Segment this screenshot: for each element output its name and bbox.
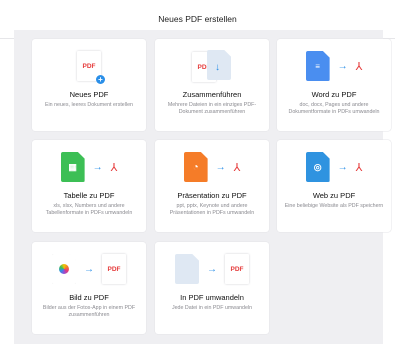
- page-title: Neues PDF erstellen: [158, 14, 237, 24]
- card-icons: → PDF: [155, 252, 269, 286]
- card-title: Zusammenführen: [182, 90, 242, 99]
- image-to-pdf-card[interactable]: → PDF Bild zu PDF Bilder aus der Fotos-A…: [32, 242, 146, 334]
- card-icons: PDF ↓: [155, 49, 269, 83]
- card-title: Word zu PDF: [311, 90, 357, 99]
- photos-flower: [59, 264, 69, 274]
- file-icon: [175, 254, 199, 284]
- doc-icon: ↓: [207, 50, 231, 80]
- card-icons: PDF +: [32, 49, 146, 84]
- arrow-right-icon: →: [92, 161, 103, 173]
- acrobat-icon: ⅄: [355, 60, 363, 73]
- card-title: Web zu PDF: [312, 191, 356, 200]
- card-description: Mehrere Dateien in ein einziges PDF-Doku…: [167, 102, 257, 115]
- arrow-right-icon: →: [337, 161, 348, 173]
- card-description: xls, xlsx, Numbers und andere Tabellenfo…: [45, 203, 133, 216]
- presentation-icon: ◔: [183, 152, 208, 182]
- arrow-right-icon: →: [84, 263, 94, 275]
- pdf-label: PDF: [107, 265, 121, 273]
- photos-icon: [52, 254, 76, 284]
- presentation-to-pdf-card[interactable]: ◔ → ⅄ Präsentation zu PDF ppt, pptx, Key…: [155, 140, 269, 232]
- card-title: Neues PDF: [69, 90, 109, 99]
- web-to-pdf-card[interactable]: ◎ → ⅄ Web zu PDF Eine beliebige Website …: [277, 140, 391, 232]
- card-icons: → PDF: [32, 252, 146, 286]
- create-pdf-panel: PDF + Neues PDF Ein neues, leeres Dokume…: [14, 30, 391, 344]
- spreadsheet-to-pdf-card[interactable]: ▦ → ⅄ Tabelle zu PDF xls, xlsx, Numbers …: [32, 140, 146, 232]
- card-icons: ≡ → ⅄: [277, 49, 391, 83]
- card-title: Bild zu PDF: [69, 293, 109, 302]
- arrow-down-icon: ↓: [215, 62, 220, 73]
- spreadsheet-icon: ▦: [60, 152, 85, 182]
- word-doc-icon: ≡: [305, 51, 330, 81]
- pdf-doc-icon: PDF: [225, 254, 249, 284]
- card-icons: ◔ → ⅄: [155, 150, 269, 184]
- card-icons: ◎ → ⅄: [277, 150, 391, 184]
- convert-to-pdf-card[interactable]: → PDF In PDF umwandeln Jede Datei in ein…: [155, 242, 269, 334]
- word-to-pdf-card[interactable]: ≡ → ⅄ Word zu PDF doc, docx, Pages und a…: [277, 39, 391, 131]
- card-title: In PDF umwandeln: [180, 293, 244, 302]
- card-description: Eine beliebige Website als PDF speichern: [284, 203, 384, 209]
- new-pdf-card[interactable]: PDF + Neues PDF Ein neues, leeres Dokume…: [32, 39, 146, 131]
- card-description: Jede Datei in ein PDF umwandeln: [171, 305, 253, 311]
- acrobat-icon: ⅄: [110, 161, 118, 174]
- arrow-right-icon: →: [337, 60, 348, 72]
- pdf-label: PDF: [82, 62, 96, 70]
- card-description: Bilder aus der Fotos-App in einem PDF zu…: [42, 305, 136, 318]
- card-title: Präsentation zu PDF: [177, 191, 247, 200]
- acrobat-icon: ⅄: [233, 161, 241, 174]
- pdf-new-icon: PDF +: [77, 51, 105, 84]
- card-description: ppt, pptx, Keynote und andere Präsentati…: [169, 203, 255, 216]
- web-icon: ◎: [305, 152, 330, 182]
- arrow-right-icon: →: [207, 263, 217, 275]
- card-title: Tabelle zu PDF: [63, 191, 115, 200]
- pdf-doc-icon: PDF: [102, 254, 126, 284]
- plus-icon: +: [96, 75, 105, 84]
- card-description: doc, docx, Pages und andere Dokumentform…: [288, 102, 380, 115]
- pdf-label: PDF: [230, 265, 244, 273]
- merge-icon: PDF ↓: [192, 50, 232, 82]
- card-description: Ein neues, leeres Dokument erstellen: [44, 102, 134, 108]
- merge-card[interactable]: PDF ↓ Zusammenführen Mehrere Dateien in …: [155, 39, 269, 131]
- card-icons: ▦ → ⅄: [32, 150, 146, 184]
- arrow-right-icon: →: [215, 161, 226, 173]
- acrobat-icon: ⅄: [355, 161, 363, 174]
